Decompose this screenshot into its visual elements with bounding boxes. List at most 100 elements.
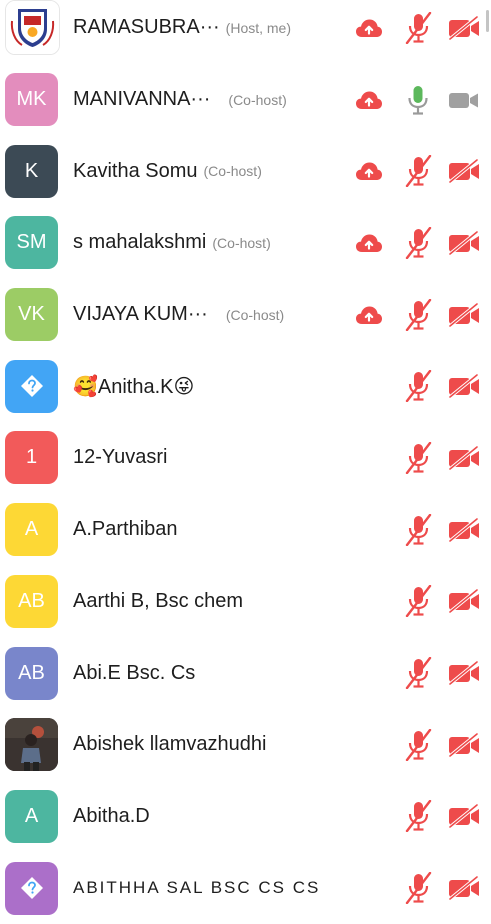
participant-row[interactable]: K Kavitha Somu (Co-host)	[0, 135, 491, 207]
participant-name: ABITHHA SAL BSC CS CS	[73, 878, 321, 898]
video-off-icon[interactable]	[447, 589, 481, 614]
cloud-recording-icon	[355, 90, 383, 110]
participant-role: (Co-host)	[225, 306, 285, 323]
participant-name: Abishek llamvazhudhi	[73, 733, 267, 756]
video-off-icon[interactable]	[447, 159, 481, 184]
scrollbar[interactable]	[486, 10, 489, 32]
microphone-on-icon[interactable]	[403, 84, 433, 116]
participant-status-icons	[393, 637, 481, 709]
video-off-icon[interactable]	[447, 661, 481, 686]
video-off-icon[interactable]	[447, 15, 481, 40]
participant-status-icons	[345, 135, 481, 207]
avatar: 1	[5, 431, 58, 485]
participant-name: 12-Yuvasri	[73, 446, 168, 469]
video-off-icon[interactable]	[447, 445, 481, 470]
participant-status-icons	[345, 0, 481, 64]
video-off-icon[interactable]	[447, 876, 481, 901]
participant-name: A.Parthiban	[73, 518, 178, 541]
avatar: VK	[5, 288, 58, 342]
cloud-recording-icon	[355, 161, 383, 181]
participant-name-wrap: VIJAYA KUM··· (Co-host)	[73, 279, 284, 351]
cloud-recording-icon	[355, 18, 383, 38]
participant-status-icons	[345, 64, 481, 136]
avatar: AB	[5, 646, 58, 700]
participant-row[interactable]: VK VIJAYA KUM··· (Co-host)	[0, 279, 491, 351]
microphone-muted-icon[interactable]	[403, 872, 433, 905]
microphone-muted-icon[interactable]	[403, 800, 433, 833]
participant-name: Aarthi B, Bsc chem	[73, 589, 244, 612]
cloud-recording-icon	[355, 233, 383, 253]
participant-status-icons	[393, 422, 481, 494]
participant-row[interactable]: 🥰Anitha.K😜	[0, 350, 491, 422]
participant-status-icons	[393, 566, 481, 638]
video-off-icon[interactable]	[447, 230, 481, 255]
participant-name: Abi.E Bsc. Cs	[73, 661, 196, 684]
cloud-recording-icon	[355, 305, 383, 325]
microphone-muted-icon[interactable]	[403, 513, 433, 546]
participant-name-wrap: MANIVANNA··· (Co-host)	[73, 64, 287, 136]
video-off-icon[interactable]	[447, 804, 481, 829]
participant-status-icons	[393, 852, 481, 924]
avatar-initials: AB	[18, 589, 45, 612]
video-off-icon[interactable]	[447, 732, 481, 757]
participant-name-wrap: RAMASUBRA··· (Host, me)	[73, 0, 291, 64]
avatar-initials: MK	[16, 88, 47, 111]
participant-row[interactable]: A A.Parthiban	[0, 494, 491, 566]
participant-status-icons	[393, 350, 481, 422]
participant-list: RAMASUBRA··· (Host, me) MK MANIVANNA··· (Co-…	[0, 0, 491, 924]
participant-row[interactable]: RAMASUBRA··· (Host, me)	[0, 0, 491, 64]
participant-name: s mahalakshmi	[73, 231, 207, 254]
participant-row[interactable]: AB Abi.E Bsc. Cs	[0, 637, 491, 709]
participant-name-wrap: Abishek llamvazhudhi	[73, 709, 266, 781]
video-off-icon[interactable]	[447, 374, 481, 399]
participant-row[interactable]: AB Aarthi B, Bsc chem	[0, 566, 491, 638]
microphone-muted-icon[interactable]	[403, 728, 433, 761]
avatar: SM	[5, 216, 58, 270]
participant-name: MANIVANNA···	[73, 88, 211, 111]
microphone-muted-icon[interactable]	[403, 441, 433, 474]
participant-name: Abitha.D	[73, 804, 150, 827]
participant-status-icons	[393, 781, 481, 853]
microphone-muted-icon[interactable]	[403, 11, 433, 44]
video-off-icon[interactable]	[447, 517, 481, 542]
video-off-icon[interactable]	[447, 302, 481, 327]
participant-name-wrap: A.Parthiban	[73, 494, 178, 566]
participant-name-wrap: Abi.E Bsc. Cs	[73, 637, 195, 709]
participant-row-partial[interactable]: ABITHHA SAL BSC CS CS	[0, 852, 491, 924]
avatar: MK	[5, 73, 58, 127]
microphone-muted-icon[interactable]	[403, 370, 433, 403]
participant-status-icons	[393, 494, 481, 566]
avatar	[5, 0, 60, 56]
video-camera-icon[interactable]	[447, 88, 481, 112]
participant-name-wrap: ABITHHA SAL BSC CS CS	[73, 852, 320, 924]
avatar-initials: K	[24, 159, 39, 182]
avatar: K	[5, 144, 58, 198]
participant-name: Kavitha Somu	[73, 159, 198, 182]
participant-row[interactable]: MK MANIVANNA··· (Co-host)	[0, 64, 491, 136]
participant-row[interactable]: SM s mahalakshmi (Co-host)	[0, 207, 491, 279]
avatar-initials: 1	[25, 446, 38, 469]
participant-role: (Co-host)	[228, 91, 287, 108]
avatar	[5, 861, 58, 915]
microphone-muted-icon[interactable]	[403, 585, 433, 618]
participant-row[interactable]: 1 12-Yuvasri	[0, 422, 491, 494]
participant-name-wrap: 🥰Anitha.K😜	[73, 350, 194, 422]
microphone-muted-icon[interactable]	[403, 155, 433, 188]
participant-name: VIJAYA KUM···	[73, 303, 208, 326]
participant-status-icons	[345, 279, 481, 351]
participant-name-wrap: Abitha.D	[73, 781, 150, 853]
participant-name: 🥰Anitha.K😜	[73, 375, 195, 398]
participant-row[interactable]: Abishek llamvazhudhi	[0, 709, 491, 781]
participant-name-wrap: 12-Yuvasri	[73, 422, 168, 494]
avatar: A	[5, 503, 58, 557]
participant-role: (Host, me)	[225, 19, 292, 36]
microphone-muted-icon[interactable]	[403, 298, 433, 331]
participant-status-icons	[393, 709, 481, 781]
avatar-initials: SM	[16, 231, 47, 254]
avatar-initials: AB	[18, 661, 45, 684]
participant-row[interactable]: A Abitha.D	[0, 781, 491, 853]
microphone-muted-icon[interactable]	[403, 226, 433, 259]
participant-name-wrap: Kavitha Somu (Co-host)	[73, 135, 262, 207]
microphone-muted-icon[interactable]	[403, 657, 433, 690]
participant-status-icons	[345, 207, 481, 279]
